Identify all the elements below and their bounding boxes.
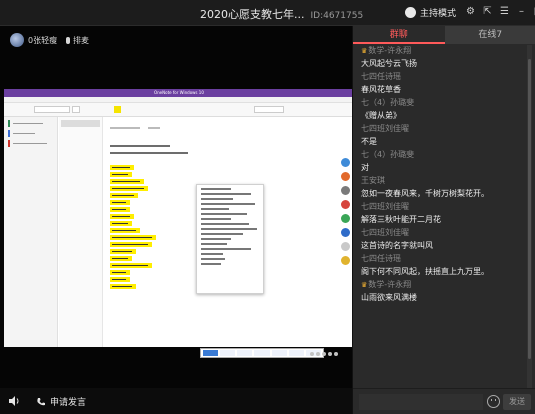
message-text: 山雨欲来风满楼 — [361, 293, 417, 302]
chat-message: 七四任诗瑶阁下何不同风起，扶摇直上九万里。 — [353, 253, 525, 279]
chat-message: 七四班刘佳曜 不是 — [353, 123, 525, 149]
message-sender: 七四班刘佳曜 — [361, 201, 525, 213]
sender-name: 王安琪 — [361, 176, 385, 185]
chat-message: ♛数学-许永翔 山雨欲来风满楼 — [353, 279, 525, 305]
font-box — [34, 106, 70, 113]
message-text: 大风起兮云飞扬 — [361, 59, 417, 68]
microphone-icon — [66, 37, 70, 44]
room-id: ID:4671755 — [310, 11, 364, 21]
bottom-bar: 申请发言 — [0, 388, 352, 414]
menu-icon[interactable]: ☰ — [499, 6, 510, 17]
onenote-ribbon — [4, 103, 352, 117]
chat-message: 七四任诗瑶春风花草香 — [353, 71, 525, 97]
side-icon-strip — [339, 158, 352, 298]
chat-message: 七（4）孙璐斐对 — [353, 149, 525, 175]
message-text: 对 — [361, 163, 369, 172]
minimize-icon[interactable]: – — [516, 6, 527, 17]
sender-name: 七（4）孙璐斐 — [361, 150, 415, 159]
chat-tabs: 群聊 在线7 — [353, 26, 535, 44]
tab-online[interactable]: 在线7 — [445, 26, 535, 44]
chat-message: ♛数学-许永翔 大风起兮云飞扬 — [353, 45, 525, 71]
app-icon[interactable] — [341, 200, 350, 209]
sender-name: 七四班刘佳曜 — [361, 228, 409, 237]
message-text: 阁下何不同风起，扶摇直上九万里。 — [361, 267, 489, 276]
host-mode-label: 主持模式 — [420, 9, 457, 19]
highlight-icon — [114, 106, 121, 113]
message-sender: 七四任诗瑶 — [361, 253, 525, 265]
room-title: 2020心愿支教七年... — [200, 8, 305, 21]
message-sender: 七四任诗瑶 — [361, 71, 525, 83]
avatar — [10, 33, 24, 47]
mic-queue-button[interactable]: 排麦 — [66, 35, 89, 46]
section-list — [59, 117, 103, 347]
sender-name: 七四任诗瑶 — [361, 72, 401, 81]
sender-name: 七四班刘佳曜 — [361, 202, 409, 211]
app-icon[interactable] — [341, 256, 350, 265]
message-text: 忽如一夜春风来，千树万树梨花开。 — [361, 189, 489, 198]
send-button[interactable]: 发送 — [503, 394, 531, 410]
message-sender: 七（4）孙璐斐 — [361, 97, 525, 109]
size-box — [72, 106, 80, 113]
message-sender: 七四班刘佳曜 — [361, 123, 525, 135]
onenote-titlebar: OneNote for Windows 10 — [4, 89, 352, 97]
message-list: ♛数学-许永翔 大风起兮云飞扬 七四任诗瑶 春风花草香 七（4）孙璐斐 《赠从弟》 七四班刘… — [353, 45, 525, 388]
chat-panel: 群聊 在线7 ♛数学-许永翔 大风起兮云飞扬 七四任诗瑶 春风花草香 七（4）孙璐斐 《赠… — [352, 26, 535, 414]
message-sender: 王安琪 — [361, 175, 525, 187]
window-controls: ⚙ ⇱ ☰ – □ ✕ — [465, 6, 535, 17]
notebook-list — [4, 117, 58, 347]
presenter-badge: 0张轻瘦 — [10, 33, 57, 47]
title-bar: 2020心愿支教七年... ID:4671755 主持模式 ⚙ ⇱ ☰ – □ ✕ — [0, 0, 535, 26]
message-text: 春风花草香 — [361, 85, 401, 94]
sender-name: 数学-许永翔 — [368, 280, 412, 289]
emoji-icon[interactable] — [487, 395, 500, 408]
chat-input[interactable] — [359, 394, 483, 410]
message-sender: ♛数学-许永翔 — [361, 45, 525, 57]
message-text: 解落三秋叶能开二月花 — [361, 215, 441, 224]
mic-queue-label: 排麦 — [73, 36, 89, 45]
host-crown-icon: ♛ — [361, 47, 368, 55]
window-title: 2020心愿支教七年... ID:4671755 — [200, 6, 363, 22]
app-icon[interactable] — [341, 228, 350, 237]
app-icon[interactable] — [341, 158, 350, 167]
shared-screen: OneNote for Windows 10 — [4, 89, 352, 358]
chat-composer: 发送 — [353, 388, 535, 414]
onenote-title: OneNote for Windows 10 — [154, 90, 204, 95]
sender-name: 七四任诗瑶 — [361, 254, 401, 263]
taskbar-tray — [308, 341, 348, 356]
settings-icon[interactable]: ⚙ — [465, 6, 476, 17]
phone-icon — [37, 397, 45, 405]
chat-message: 七（4）孙璐斐 《赠从弟》 — [353, 97, 525, 123]
app-window: 2020心愿支教七年... ID:4671755 主持模式 ⚙ ⇱ ☰ – □ ✕… — [0, 0, 535, 414]
app-icon[interactable] — [341, 186, 350, 195]
message-text: 不是 — [361, 137, 377, 146]
video-stage: 0张轻瘦 排麦 OneNote for Windows 10 — [0, 26, 352, 414]
host-mode-toggle[interactable]: 主持模式 — [405, 6, 456, 19]
message-sender: 七（4）孙璐斐 — [361, 149, 525, 161]
sender-name: 七（4）孙璐斐 — [361, 98, 415, 107]
chat-message: 王安琪忽如一夜春风来，千树万树梨花开。 — [353, 175, 525, 201]
message-sender: 七四班刘佳曜 — [361, 227, 525, 239]
autocomplete-popup — [196, 184, 264, 294]
presenter-name: 0张轻瘦 — [28, 35, 58, 45]
host-crown-icon: ♛ — [361, 281, 368, 289]
chat-scrollbar[interactable] — [527, 45, 532, 388]
message-sender: ♛数学-许永翔 — [361, 279, 525, 291]
app-icon[interactable] — [341, 214, 350, 223]
user-icon — [405, 7, 416, 18]
sender-name: 七四班刘佳曜 — [361, 124, 409, 133]
speaker-icon[interactable] — [8, 395, 20, 407]
message-text: 这首诗的名字就叫风 — [361, 241, 433, 250]
style-box — [254, 106, 284, 113]
chat-message: 七四班刘佳曜这首诗的名字就叫风 — [353, 227, 525, 253]
ime-candidate-bar — [200, 348, 324, 358]
app-icon[interactable] — [341, 242, 350, 251]
tab-group-chat[interactable]: 群聊 — [353, 26, 445, 44]
app-icon[interactable] — [341, 172, 350, 181]
sender-name: 数学-许永翔 — [368, 46, 412, 55]
apply-to-speak-label: 申请发言 — [50, 398, 87, 408]
share-icon[interactable]: ⇱ — [482, 6, 493, 17]
chat-message: 七四班刘佳曜解落三秋叶能开二月花 — [353, 201, 525, 227]
message-text: 《赠从弟》 — [361, 111, 401, 120]
apply-to-speak-button[interactable]: 申请发言 — [36, 395, 86, 408]
